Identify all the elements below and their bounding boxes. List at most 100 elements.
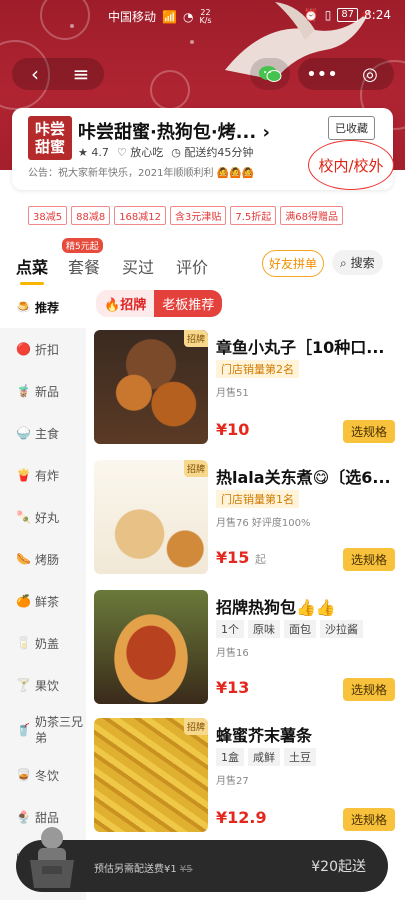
sidebar-item-fruit-drink[interactable]: 🍸 果饮 <box>0 664 86 706</box>
monthly-sales: 月售76 好评度100% <box>216 518 311 529</box>
menu-item[interactable]: 招牌热狗包👍👍 1个 原味 面包 沙拉酱 月售16 ¥13 选规格 <box>94 590 399 708</box>
milk-tea-icon: 🥤 <box>16 723 31 737</box>
select-spec-button[interactable]: 选规格 <box>342 678 395 701</box>
select-spec-button[interactable]: 选规格 <box>342 808 395 831</box>
alarm-icon: ⏰ <box>303 8 319 22</box>
sidebar-item-milk-tea[interactable]: 🥤 奶茶三兄弟 <box>0 706 86 754</box>
more-icon[interactable]: ••• <box>298 64 346 85</box>
battery-indicator: 87 <box>337 8 359 22</box>
rank-tag: 门店销量第2名 <box>216 360 299 378</box>
item-photo: 招牌 <box>94 718 208 832</box>
delivery-time: ◷ 配送约45分钟 <box>171 146 254 159</box>
nav-left-group: ‹ ≡ <box>12 58 104 90</box>
item-price: ¥12.9 <box>216 808 267 827</box>
menu-icon[interactable]: ≡ <box>58 62 104 86</box>
active-tab-indicator <box>20 282 44 285</box>
signature-tag: 招牌 <box>183 330 208 347</box>
carrier-label: 中国移动 <box>108 10 157 24</box>
monthly-sales: 月售27 <box>216 776 249 787</box>
attribute-chip: 面包 <box>284 620 316 638</box>
capsule-menu: ••• ◎ <box>298 58 394 90</box>
signature-tag: 招牌 <box>183 460 208 477</box>
category-sidebar: 🍮 推荐 🔴 折扣 🧋 新品 🍚 主食 🍟 有炸 🍡 好丸 🌭 烤肠 🍊 鲜茶 🥛 奶盖 🍸 果饮 … <box>0 286 86 900</box>
item-price: ¥15 起 <box>216 548 266 567</box>
sidebar-item-discount[interactable]: 🔴 折扣 <box>0 328 86 370</box>
attribute-chip: 1个 <box>216 620 244 638</box>
category-header: 🔥招牌 老板推荐 <box>96 290 223 317</box>
sidebar-item-main[interactable]: 🍚 主食 <box>0 412 86 454</box>
item-title: 招牌热狗包👍👍 <box>216 598 336 617</box>
item-attributes: 1个 原味 面包 沙拉酱 <box>216 620 363 638</box>
sidebar-item-recommend[interactable]: 🍮 推荐 <box>0 286 86 328</box>
promo-tag: 满68得赠品 <box>280 206 344 225</box>
attribute-chip: 沙拉酱 <box>320 620 363 638</box>
cup-icon: 🥃 <box>16 768 31 782</box>
new-icon: 🧋 <box>16 384 31 398</box>
tab-bought[interactable]: 买过 <box>122 254 154 278</box>
balls-icon: 🍡 <box>16 510 31 524</box>
sidebar-item-balls[interactable]: 🍡 好丸 <box>0 496 86 538</box>
item-title: 热lala关东煮😋〔选6... <box>216 468 391 487</box>
search-icon: ⌕ <box>340 256 347 270</box>
store-logo[interactable]: 咔尝 甜蜜 <box>28 116 72 160</box>
promo-tag: 38减5 <box>28 206 68 225</box>
item-price: ¥10 <box>216 420 250 439</box>
fries-icon: 🍟 <box>16 468 31 482</box>
menu-item[interactable]: 招牌 热lala关东煮😋〔选6... 门店销量第1名 月售76 好评度100% … <box>94 460 399 578</box>
item-price: ¥13 <box>216 678 250 697</box>
item-title: 章鱼小丸子［10种口... <box>216 338 385 357</box>
select-spec-button[interactable]: 选规格 <box>342 420 395 443</box>
cart-icon[interactable] <box>22 824 82 894</box>
wifi-icon: ◔ <box>182 9 194 24</box>
sidebar-item-fried[interactable]: 🍟 有炸 <box>0 454 86 496</box>
wechat-icon[interactable] <box>250 58 290 90</box>
rank-tag: 门店销量第1名 <box>216 490 299 508</box>
menu-item[interactable]: 招牌 章鱼小丸子［10种口... 门店销量第2名 月售51 ¥10 选规格 <box>94 330 399 448</box>
network-speed: 22 K/s <box>199 7 212 25</box>
item-title: 蜂蜜芥末薯条 <box>216 726 313 745</box>
signature-tag: 招牌 <box>183 718 208 735</box>
monthly-sales: 月售51 <box>216 388 249 399</box>
category-signature: 🔥招牌 <box>96 290 155 317</box>
status-bar: 中国移动 📶 ◔ 22 K/s ⏰ ▯ 87 8:24 <box>0 0 405 30</box>
sidebar-item-winter[interactable]: 🥃 冬饮 <box>0 754 86 796</box>
favorite-button[interactable]: 已收藏 <box>328 116 375 140</box>
promo-tag: 168减12 <box>114 206 166 225</box>
orange-icon: 🍊 <box>16 594 31 608</box>
promo-tag: 88减8 <box>71 206 111 225</box>
group-order-button[interactable]: 好友拼单 <box>262 250 325 277</box>
item-attributes: 1盒 咸鲜 土豆 <box>216 748 316 766</box>
clock: 8:24 <box>364 8 391 22</box>
sidebar-item-fresh-tea[interactable]: 🍊 鲜茶 <box>0 580 86 622</box>
attribute-chip: 1盒 <box>216 748 244 766</box>
tab-order[interactable]: 点菜 <box>16 254 48 278</box>
store-notice[interactable]: 公告：祝大家新年快乐，2021年顺顺利利 🙆🙆🙆 <box>28 164 254 179</box>
item-photo <box>94 590 208 704</box>
ice-cream-icon: 🍨 <box>16 810 31 824</box>
signal-icon: 📶 <box>162 9 177 24</box>
close-miniprogram-icon[interactable]: ◎ <box>346 64 394 85</box>
attribute-chip: 土豆 <box>284 748 316 766</box>
milk-cap-icon: 🥛 <box>16 636 31 650</box>
promotion-list[interactable]: 38减5 88减8 168减12 含3元津贴 7.5折起 满68得赠品 <box>28 206 344 225</box>
promo-tag: 含3元津贴 <box>170 206 227 225</box>
tab-reviews[interactable]: 评价 <box>176 254 208 278</box>
campus-annotation: 校内/校外 <box>308 140 394 190</box>
minimum-order[interactable]: ¥20起送 <box>311 856 366 876</box>
store-name[interactable]: 咔尝甜蜜·热狗包·烤... › <box>78 118 270 144</box>
delivery-fee-estimate: 预估另需配送费¥1 ¥5 <box>94 864 193 875</box>
select-spec-button[interactable]: 选规格 <box>342 548 395 571</box>
sidebar-item-milk-cap[interactable]: 🥛 奶盖 <box>0 622 86 664</box>
monthly-sales: 月售16 <box>216 648 249 659</box>
cloud-decoration <box>150 70 190 110</box>
menu-item[interactable]: 招牌 蜂蜜芥末薯条 1盒 咸鲜 土豆 月售27 ¥12.9 选规格 <box>94 718 399 836</box>
sidebar-item-new[interactable]: 🧋 新品 <box>0 370 86 412</box>
cocktail-icon: 🍸 <box>16 678 31 692</box>
tab-combo[interactable]: 套餐 <box>68 254 100 278</box>
recommend-icon: 🍮 <box>16 300 31 314</box>
safe-badge: ♡ 放心吃 <box>116 146 164 159</box>
sidebar-item-sausage[interactable]: 🌭 烤肠 <box>0 538 86 580</box>
back-icon[interactable]: ‹ <box>12 62 58 86</box>
item-photo: 招牌 <box>94 460 208 574</box>
search-button[interactable]: ⌕ 搜索 <box>332 250 383 275</box>
